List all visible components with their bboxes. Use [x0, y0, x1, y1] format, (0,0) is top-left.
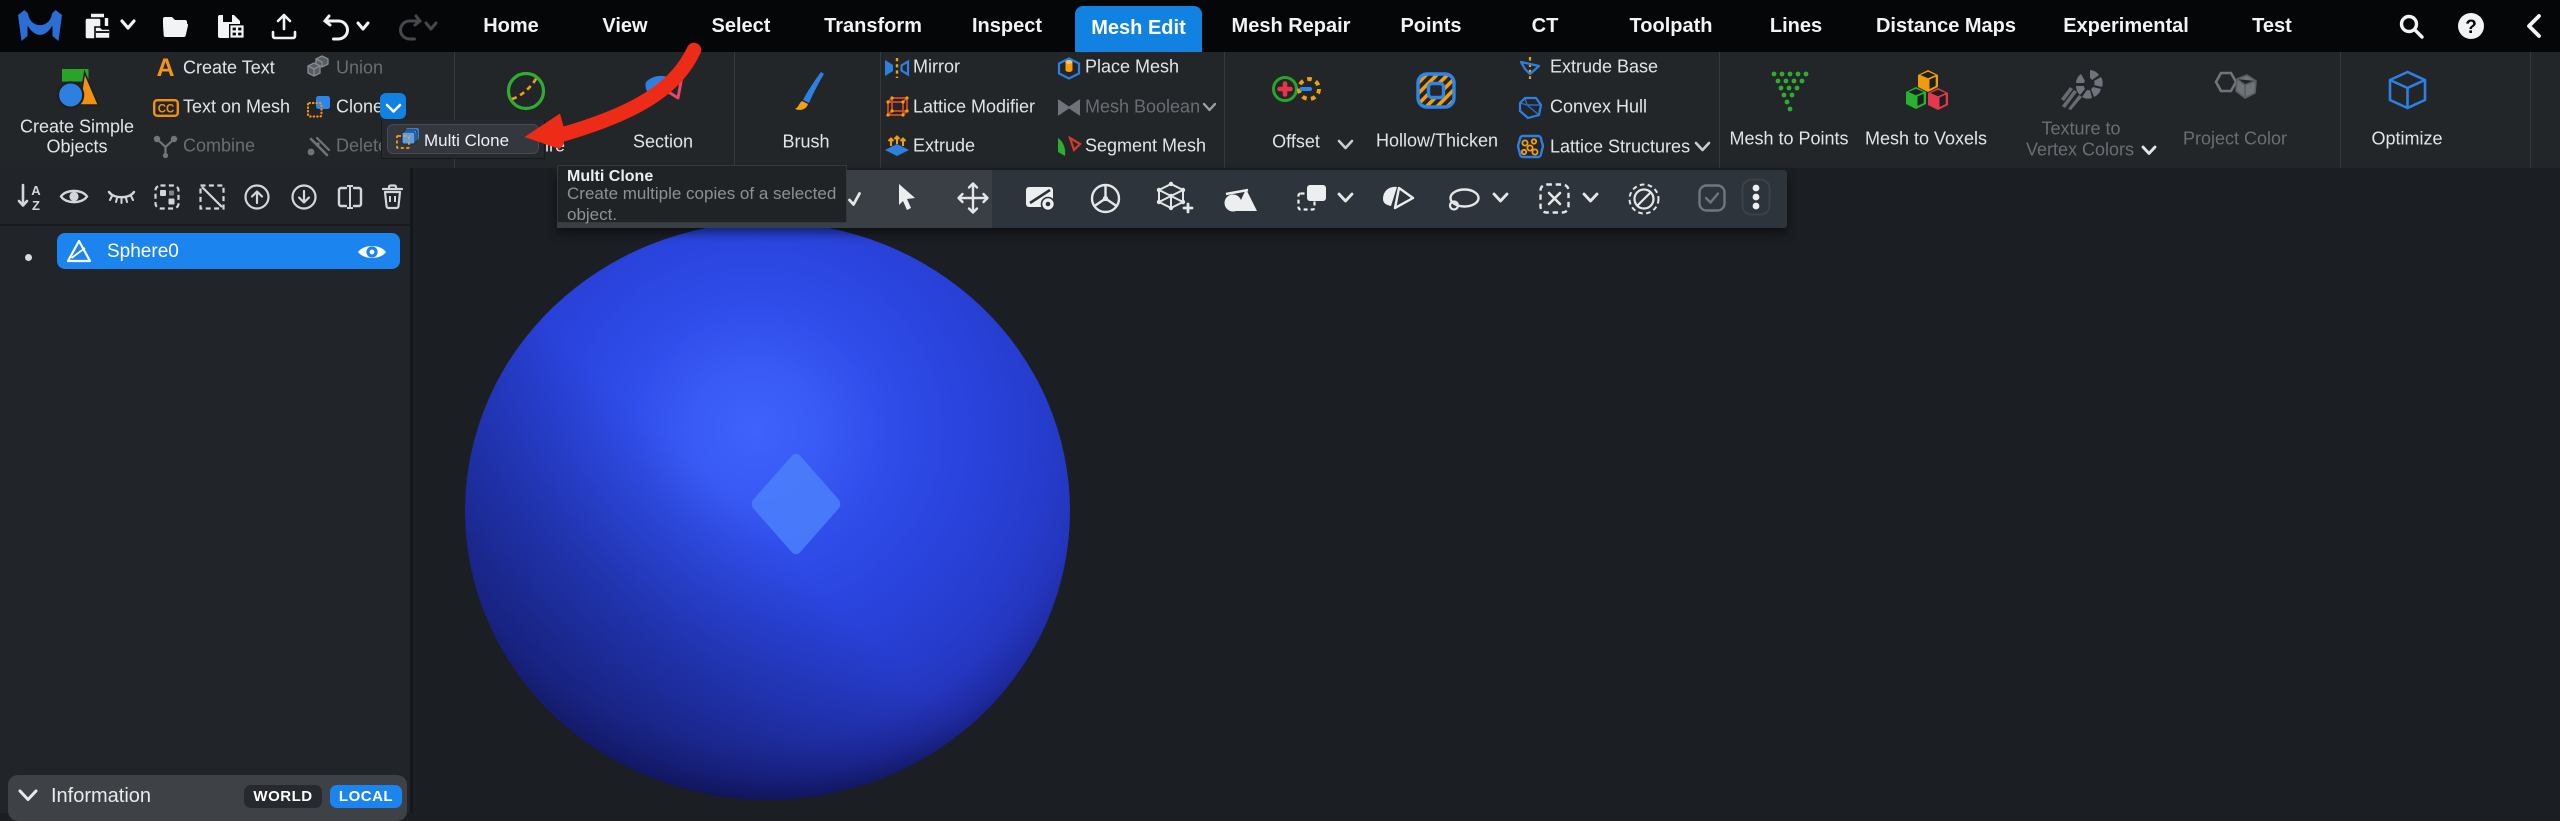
svg-text:Z: Z [32, 198, 40, 213]
svg-text:CC: CC [158, 104, 175, 116]
svg-text:A: A [31, 183, 41, 198]
svg-text:A: A [156, 54, 174, 82]
svg-text:?: ? [2465, 17, 2477, 38]
